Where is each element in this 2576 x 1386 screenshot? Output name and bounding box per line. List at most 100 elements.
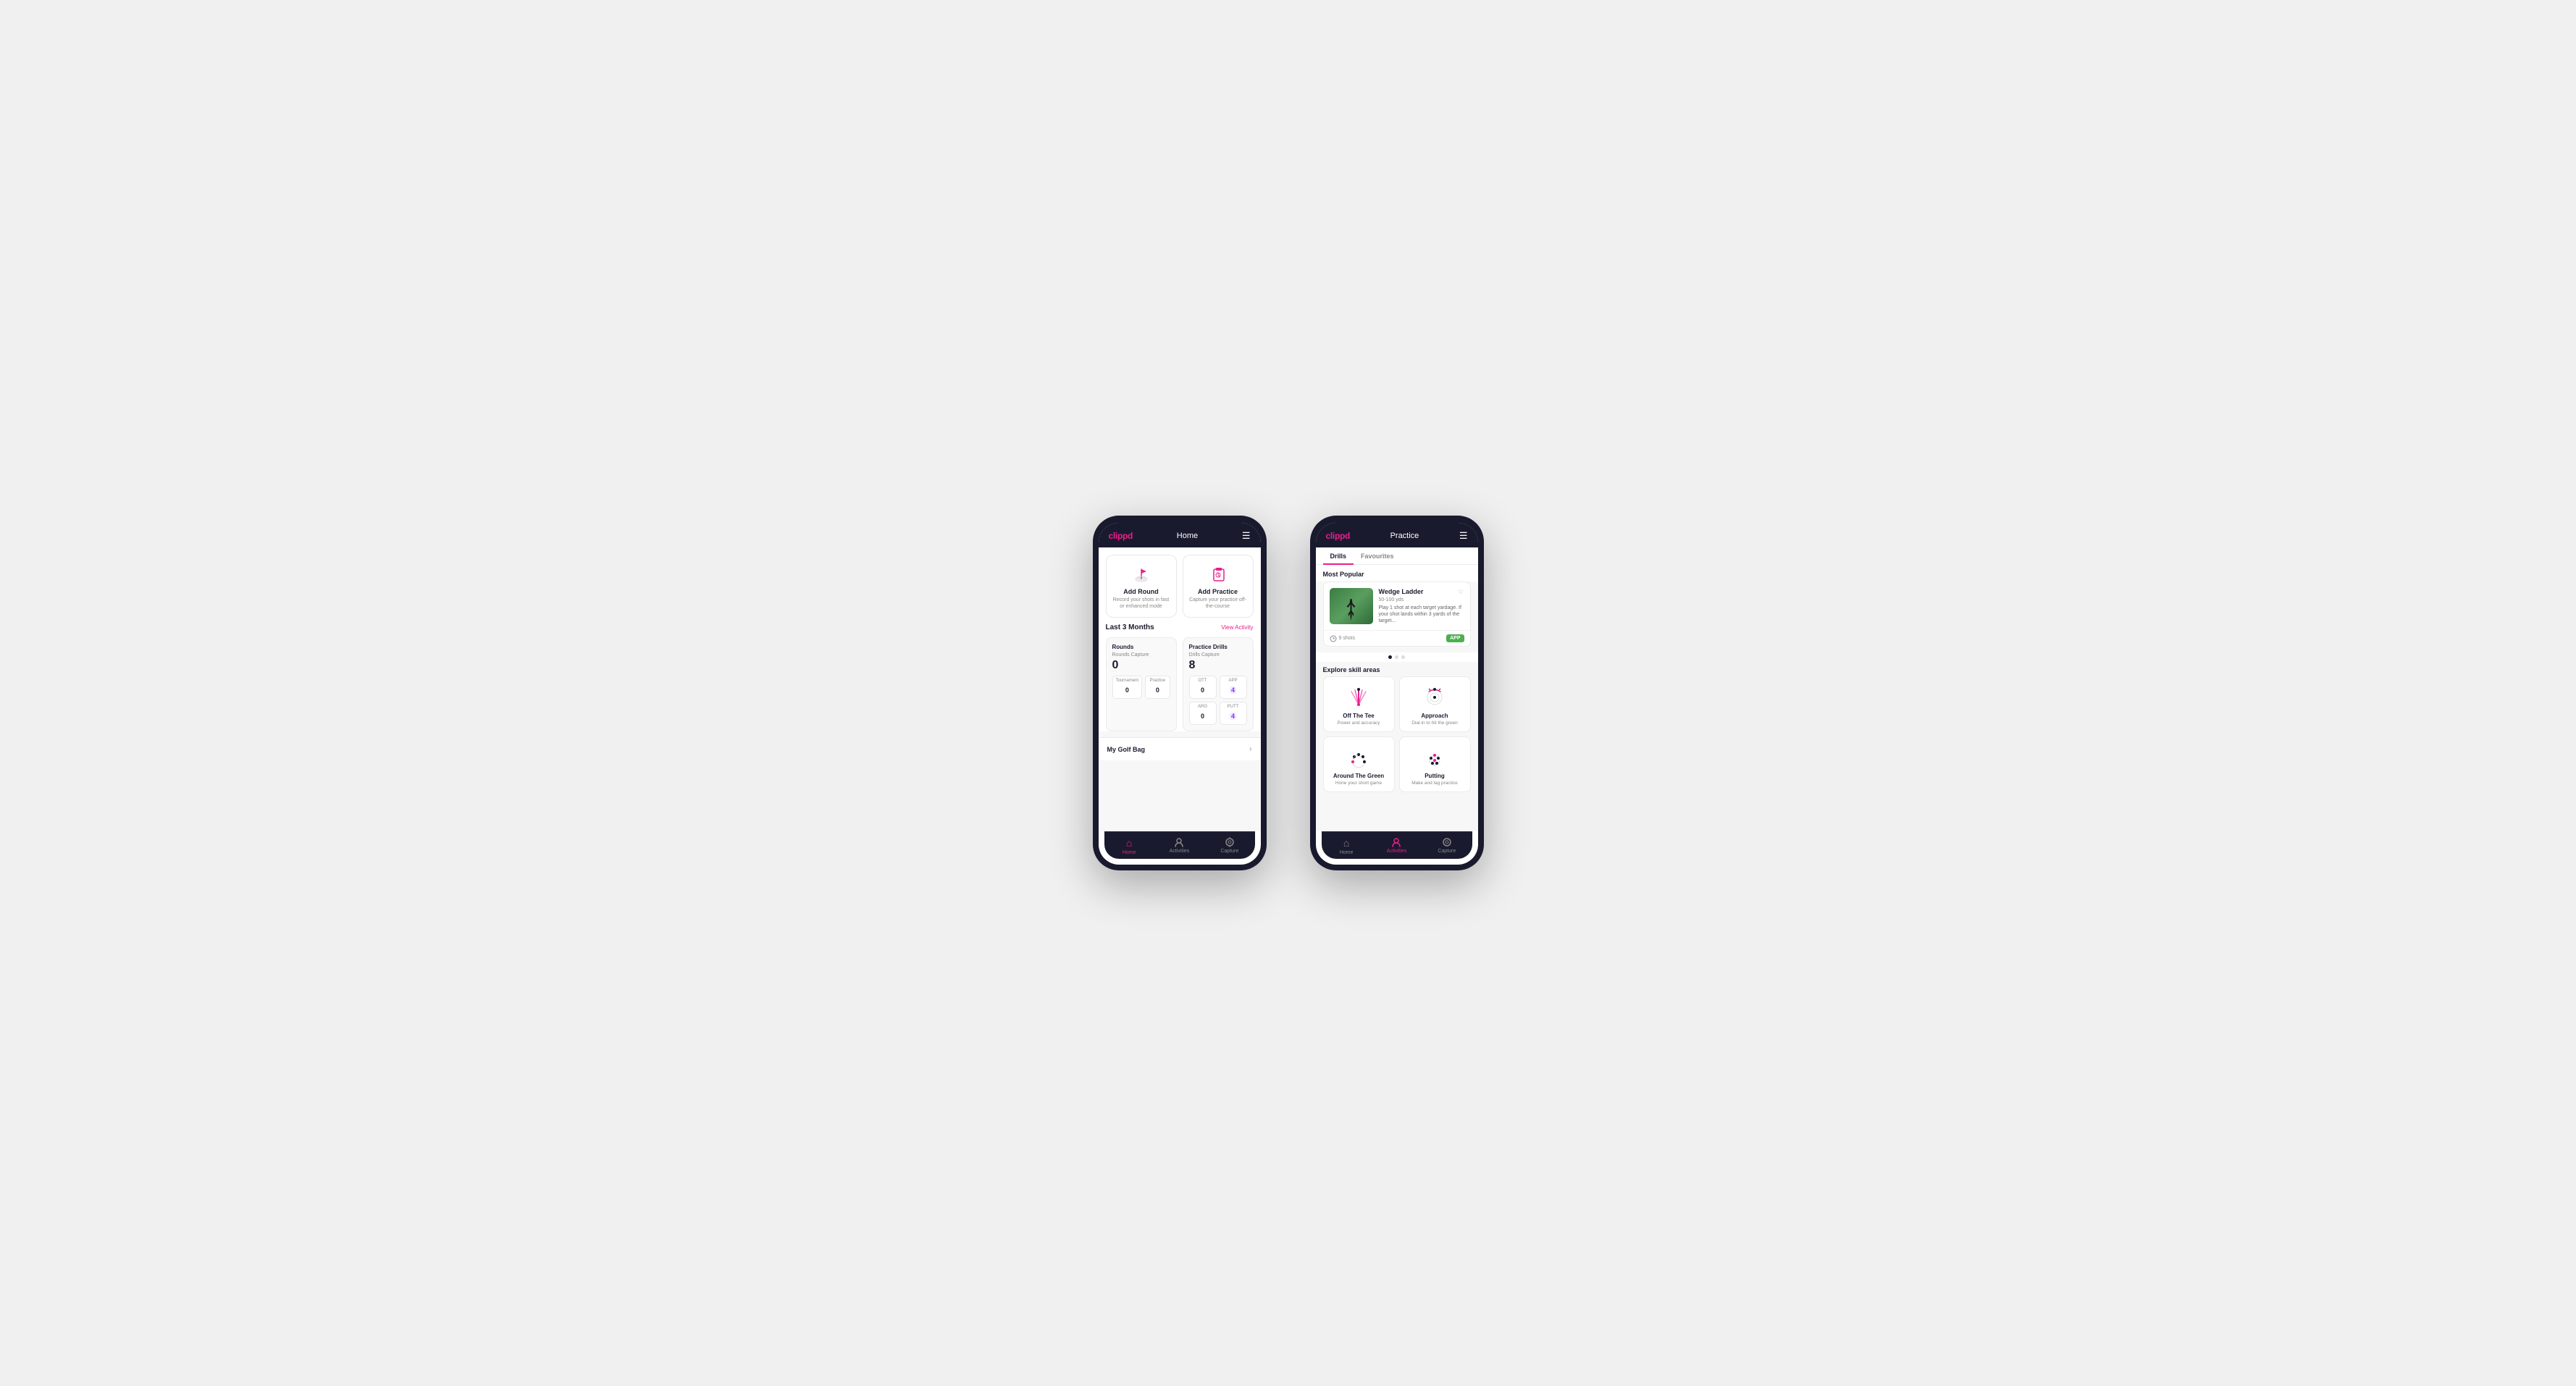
nav-home-label-2: Home (1340, 850, 1354, 855)
rounds-title: Rounds (1112, 644, 1170, 650)
phone-home: clippd Home ☰ (1093, 516, 1267, 870)
drill-title-row: Wedge Ladder ☆ (1379, 588, 1464, 596)
stats-section: Last 3 Months View Activity Rounds Round… (1099, 618, 1261, 731)
nav-activities-label: Activities (1170, 849, 1190, 854)
rounds-value: 0 (1112, 659, 1170, 672)
drill-info: Wedge Ladder ☆ 50-100 yds Play 1 shot at… (1379, 588, 1464, 624)
practice-stat: Practice 0 (1145, 676, 1170, 699)
add-round-title: Add Round (1123, 588, 1159, 595)
clipboard-icon (1207, 563, 1229, 584)
off-the-tee-name: Off The Tee (1343, 713, 1374, 719)
add-practice-desc: Capture your practice off-the-course (1189, 597, 1247, 610)
nav-home[interactable]: ⌂ Home (1104, 832, 1154, 859)
menu-icon[interactable]: ☰ (1242, 530, 1251, 542)
dot-3 (1401, 655, 1405, 659)
putt-label: PUTT (1223, 705, 1243, 709)
drill-card-content: Wedge Ladder ☆ 50-100 yds Play 1 shot at… (1324, 582, 1470, 630)
drills-title: Practice Drills (1189, 644, 1247, 650)
tee-icon (1344, 684, 1373, 710)
nav-capture-label: Capture (1220, 849, 1238, 854)
arg-value: 0 (1201, 713, 1204, 720)
view-activity-link[interactable]: View Activity (1221, 624, 1253, 631)
putting-icon (1420, 744, 1449, 770)
approach-icon (1420, 684, 1449, 710)
dot-2 (1395, 655, 1398, 659)
add-round-desc: Record your shots in fast or enhanced mo… (1112, 597, 1170, 610)
capture-icon (1224, 837, 1235, 847)
activities-icon (1173, 837, 1185, 847)
chevron-right-icon: › (1249, 745, 1251, 753)
star-icon[interactable]: ☆ (1458, 588, 1464, 596)
clippd-logo-2: clippd (1326, 531, 1351, 541)
phone-practice: clippd Practice ☰ Drills Favourites Most… (1310, 516, 1484, 870)
skill-putting[interactable]: Putting Make and lag practice (1399, 736, 1471, 792)
rounds-sub-grid: Tournament 0 Practice 0 (1112, 676, 1170, 699)
drill-title: Wedge Ladder (1379, 588, 1424, 595)
clippd-logo: clippd (1109, 531, 1133, 541)
home-icon: ⌂ (1126, 837, 1132, 849)
menu-icon-2[interactable]: ☰ (1459, 530, 1468, 542)
featured-drill-card[interactable]: Wedge Ladder ☆ 50-100 yds Play 1 shot at… (1323, 581, 1471, 647)
golf-bag-row[interactable]: My Golf Bag › (1099, 737, 1261, 760)
off-the-tee-desc: Power and accuracy (1338, 721, 1380, 726)
putt-stat: PUTT 4 (1220, 702, 1247, 725)
drill-desc: Play 1 shot at each target yardage. If y… (1379, 605, 1464, 624)
practice-title: Practice (1390, 532, 1419, 540)
home-header: clippd Home ☰ (1099, 523, 1261, 547)
around-the-green-desc: Hone your short game (1335, 781, 1382, 786)
nav-home-2[interactable]: ⌂ Home (1322, 832, 1372, 859)
stats-header: Last 3 Months View Activity (1106, 623, 1254, 631)
practice-header: clippd Practice ☰ (1316, 523, 1478, 547)
nav-home-label: Home (1123, 850, 1136, 855)
drills-box: Practice Drills Drills Capture 8 OTT 0 A… (1183, 637, 1254, 731)
stats-grid: Rounds Rounds Capture 0 Tournament 0 Pra… (1106, 637, 1254, 731)
drill-yardage: 50-100 yds (1379, 597, 1464, 602)
activities-icon-2 (1390, 837, 1402, 847)
home-content: Add Round Record your shots in fast or e… (1099, 547, 1261, 831)
rounds-box: Rounds Rounds Capture 0 Tournament 0 Pra… (1106, 637, 1177, 731)
tab-drills[interactable]: Drills (1323, 547, 1354, 565)
drills-capture-label: Drills Capture (1189, 652, 1247, 658)
practice-bottom-nav: ⌂ Home Activities (1322, 831, 1472, 859)
add-practice-card[interactable]: Add Practice Capture your practice off-t… (1183, 555, 1254, 618)
practice-value: 0 (1156, 686, 1159, 694)
practice-content: Most Popular Wedge Ladder ☆ (1316, 565, 1478, 831)
nav-capture[interactable]: Capture (1204, 832, 1254, 859)
skill-approach[interactable]: Approach Dial-in to hit the green (1399, 676, 1471, 732)
tournament-stat: Tournament 0 (1112, 676, 1143, 699)
dot-1 (1388, 655, 1392, 659)
nav-activities[interactable]: Activities (1154, 832, 1204, 859)
drills-value: 8 (1189, 659, 1247, 672)
skill-around-the-green[interactable]: Around The Green Hone your short game (1323, 736, 1395, 792)
add-round-card[interactable]: Add Round Record your shots in fast or e… (1106, 555, 1177, 618)
ott-value: 0 (1201, 686, 1204, 694)
putting-desc: Make and lag practice (1411, 781, 1458, 786)
putt-value: 4 (1230, 713, 1236, 720)
drill-footer: 9 shots APP (1324, 630, 1470, 646)
golf-bag-label: My Golf Bag (1107, 746, 1146, 753)
most-popular-title: Most Popular (1316, 565, 1478, 581)
carousel-dots (1316, 652, 1478, 662)
home-icon-2: ⌂ (1343, 837, 1349, 849)
tournament-value: 0 (1125, 686, 1129, 694)
practice-tabs: Drills Favourites (1316, 547, 1478, 565)
ott-label: OTT (1193, 679, 1213, 683)
approach-name: Approach (1421, 713, 1448, 719)
skill-off-the-tee[interactable]: Off The Tee Power and accuracy (1323, 676, 1395, 732)
putting-name: Putting (1425, 773, 1445, 779)
nav-capture-2[interactable]: Capture (1422, 832, 1472, 859)
home-title: Home (1177, 532, 1198, 540)
tab-favourites[interactable]: Favourites (1354, 547, 1401, 565)
capture-icon-2 (1441, 837, 1453, 847)
stats-period: Last 3 Months (1106, 623, 1154, 631)
arg-stat: ARG 0 (1189, 702, 1217, 725)
nav-capture-label-2: Capture (1438, 849, 1456, 854)
shots-label: 9 shots (1330, 635, 1356, 642)
drill-thumbnail (1330, 588, 1373, 624)
nav-activities-2[interactable]: Activities (1372, 832, 1422, 859)
flag-icon (1130, 563, 1152, 584)
app-label: APP (1223, 679, 1243, 683)
app-badge: APP (1446, 634, 1464, 642)
ott-stat: OTT 0 (1189, 676, 1217, 699)
practice-label: Practice (1149, 679, 1166, 683)
